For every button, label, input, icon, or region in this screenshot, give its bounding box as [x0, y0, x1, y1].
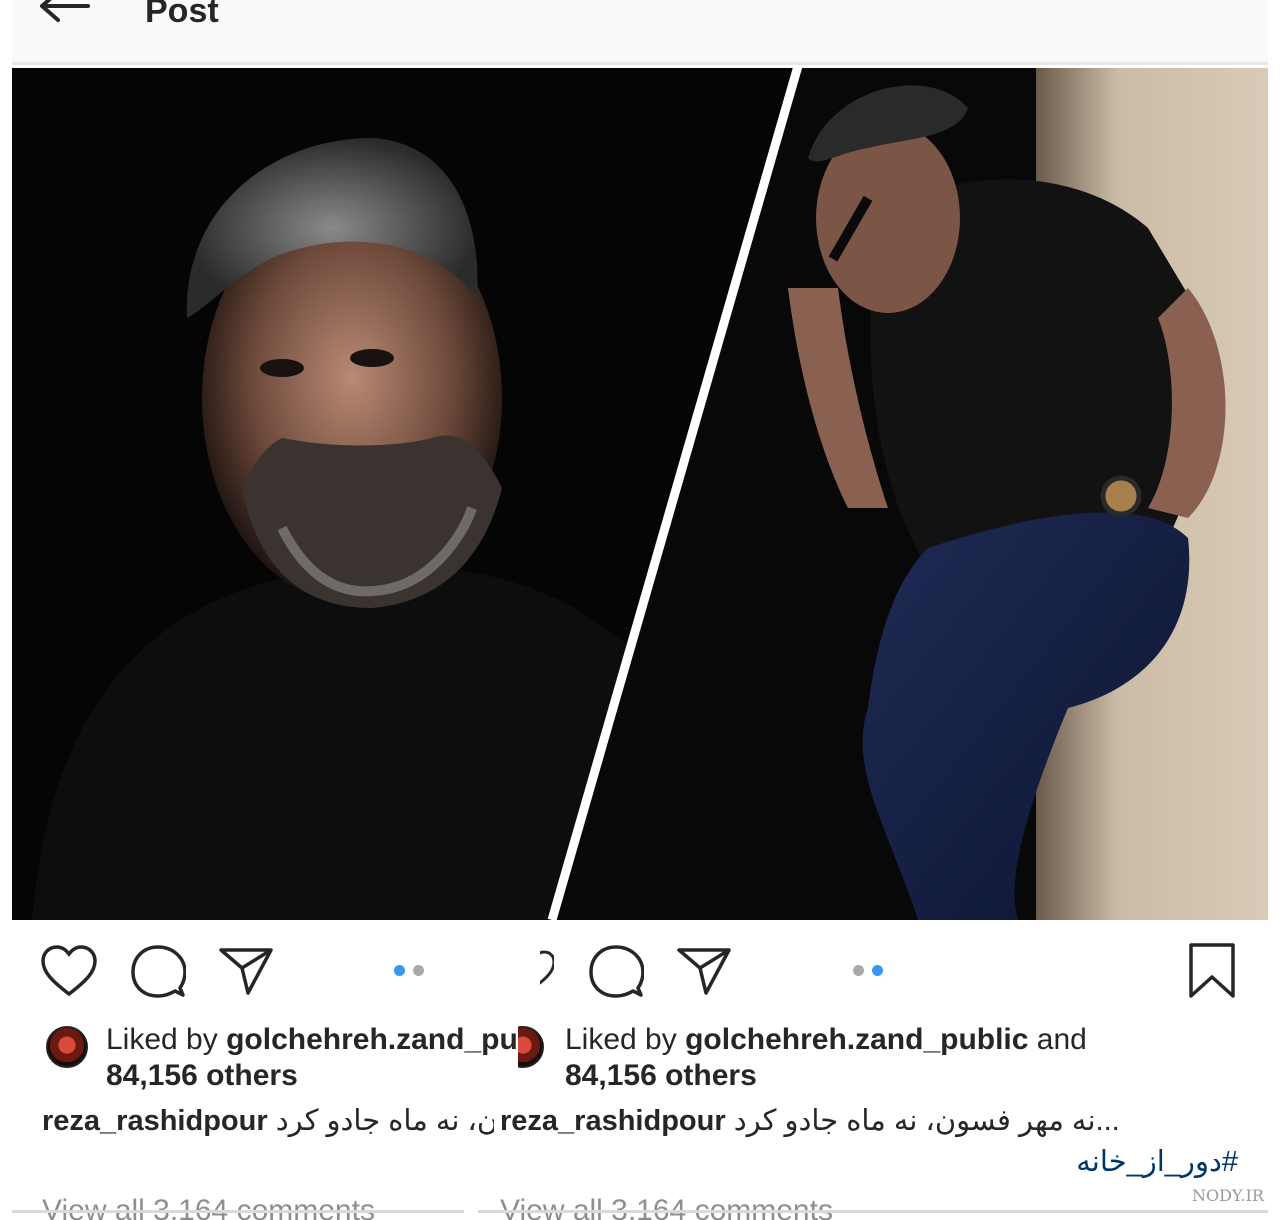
comment-icon[interactable] — [588, 944, 644, 998]
liked-by-suffix: and — [1028, 1023, 1087, 1056]
bookmark-icon[interactable] — [1186, 942, 1238, 1000]
carousel-dots-left — [394, 963, 432, 981]
avatar[interactable] — [518, 1026, 546, 1070]
liked-by-username[interactable]: golchehreh.zand_pu — [226, 1023, 516, 1056]
back-arrow-icon[interactable] — [36, 0, 92, 26]
view-comments-link[interactable]: View all 3,164 comments — [500, 1194, 920, 1220]
likes-count[interactable]: 84,156 others — [106, 1059, 298, 1092]
likes-count[interactable]: 84,156 others — [565, 1059, 757, 1092]
share-icon[interactable] — [676, 944, 732, 996]
carousel-dots-right — [853, 963, 891, 981]
caption-username[interactable]: reza_rashidpour — [500, 1105, 726, 1137]
carousel-dot-active — [872, 965, 883, 976]
likes-summary-left: Liked by golchehreh.zand_pu 84,156 other… — [106, 1022, 516, 1102]
share-icon[interactable] — [218, 944, 274, 996]
heart-icon[interactable] — [40, 944, 98, 998]
comment-icon[interactable] — [130, 944, 186, 998]
caption-left: reza_rashidpour ون، نه ماه جادو کرد — [42, 1104, 494, 1144]
liked-by-username[interactable]: golchehreh.zand_public — [685, 1023, 1028, 1056]
hashtag-link[interactable]: #دور_از_خانه — [1076, 1144, 1238, 1179]
likes-summary-right: Liked by golchehreh.zand_public and 84,1… — [565, 1022, 1087, 1094]
view-comments-right[interactable]: View all 3,164 comments — [500, 1194, 920, 1220]
carousel-dot — [853, 965, 864, 976]
view-comments-link[interactable]: View all 3,164 comments — [42, 1194, 462, 1220]
caption-username[interactable]: reza_rashidpour — [42, 1105, 268, 1137]
divider — [12, 1210, 464, 1213]
caption-text: ون، نه ماه جادو کرد — [275, 1105, 494, 1137]
divider — [478, 1210, 1268, 1213]
carousel-dot-active — [394, 965, 405, 976]
heart-icon-partial — [540, 950, 554, 990]
page-title: Post — [145, 0, 219, 30]
liked-by-label: Liked by — [106, 1023, 227, 1056]
watermark: NODY.IR — [1192, 1186, 1264, 1205]
caption-right: reza_rashidpour ...نه مهر فسون، نه ماه ج… — [500, 1104, 1120, 1138]
view-comments-left[interactable]: View all 3,164 comments — [42, 1194, 462, 1220]
caption-text: ...نه مهر فسون، نه ماه جادو کرد — [733, 1105, 1120, 1137]
liked-by-label: Liked by — [565, 1023, 686, 1056]
carousel-dot — [413, 965, 424, 976]
avatar[interactable] — [46, 1026, 88, 1068]
